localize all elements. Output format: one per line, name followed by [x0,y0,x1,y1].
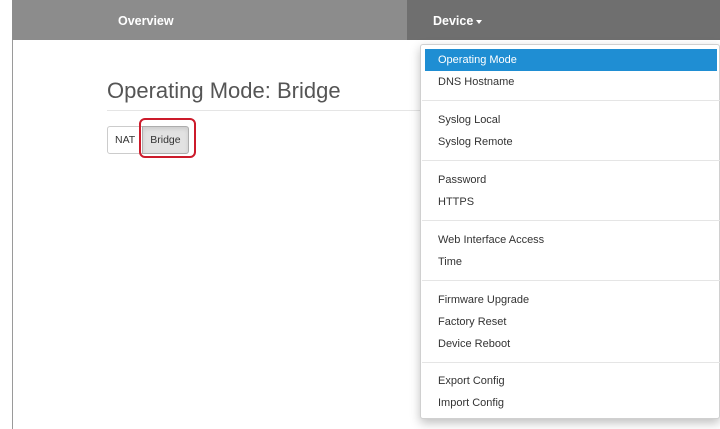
menu-item-time[interactable]: Time [425,251,717,273]
menu-item-device-reboot[interactable]: Device Reboot [425,333,717,355]
menu-divider [422,362,720,363]
menu-item-password[interactable]: Password [425,169,717,191]
title-divider [107,110,420,111]
menu-divider [422,100,720,101]
menu-item-https[interactable]: HTTPS [425,191,717,213]
menu-divider [422,220,720,221]
menu-item-factory-reset[interactable]: Factory Reset [425,311,717,333]
menu-item-syslog-remote[interactable]: Syslog Remote [425,131,717,153]
menu-item-export-config[interactable]: Export Config [425,370,717,392]
menu-item-firmware-upgrade[interactable]: Firmware Upgrade [425,289,717,311]
menu-item-web-interface-access[interactable]: Web Interface Access [425,229,717,251]
menu-item-operating-mode[interactable]: Operating Mode [425,49,717,71]
nat-mode-button[interactable]: NAT [107,126,144,154]
menu-item-syslog-local[interactable]: Syslog Local [425,109,717,131]
nav-device-dropdown-toggle[interactable]: Device [433,0,483,40]
menu-item-import-config[interactable]: Import Config [425,392,717,414]
page-title: Operating Mode: Bridge [107,78,341,103]
menu-divider [422,280,720,281]
menu-divider [422,160,720,161]
operating-mode-button-group: NAT Bridge [107,126,189,156]
nav-device-label: Device [433,14,474,28]
menu-item-dns-hostname[interactable]: DNS Hostname [425,71,717,93]
caret-down-icon [476,19,483,24]
bridge-mode-button[interactable]: Bridge [142,126,189,154]
nav-overview-label: Overview [118,14,174,28]
nav-overview-link[interactable]: Overview [118,0,174,40]
device-dropdown-menu: Operating Mode DNS Hostname Syslog Local… [420,44,720,419]
